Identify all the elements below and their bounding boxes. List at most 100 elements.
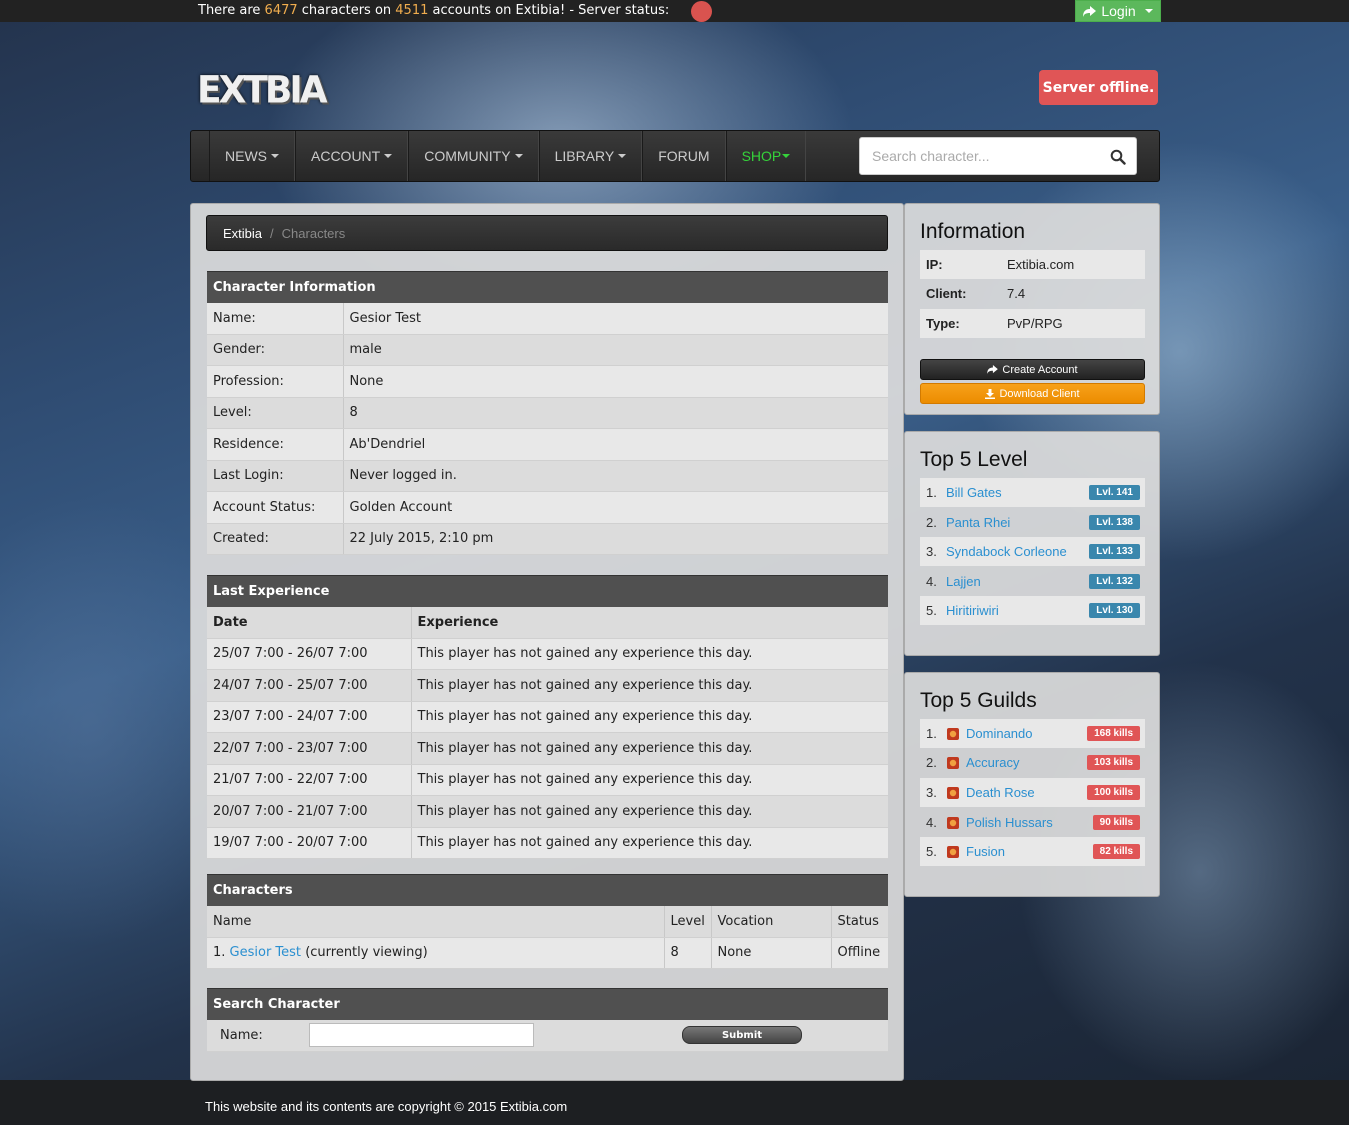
player-link[interactable]: Bill Gates bbox=[946, 485, 1089, 500]
character-name-input[interactable] bbox=[309, 1023, 534, 1047]
download-client-label: Download Client bbox=[999, 387, 1080, 400]
nav-library[interactable]: LIBRARY bbox=[538, 131, 643, 181]
download-client-button[interactable]: Download Client bbox=[920, 383, 1145, 404]
rank-number: 3. bbox=[926, 544, 937, 559]
panel-title: Top 5 Guilds bbox=[920, 689, 1037, 712]
ranking-row: 5. Hiritiriwiri Lvl. 130 bbox=[920, 596, 1145, 625]
character-link[interactable]: Gesior Test bbox=[230, 945, 302, 960]
nav-news-label: NEWS bbox=[225, 148, 267, 164]
field-value: None bbox=[343, 365, 888, 398]
submit-button[interactable]: Submit bbox=[682, 1026, 802, 1044]
date-cell: 22/07 7:00 - 23/07 7:00 bbox=[207, 732, 412, 765]
player-link[interactable]: Hiritiriwiri bbox=[946, 603, 1089, 618]
nav-menu: NEWS ACCOUNT COMMUNITY LIBRARY FORUM SHO… bbox=[209, 131, 807, 181]
player-link[interactable]: Syndabock Corleone bbox=[946, 544, 1089, 559]
rank-number: 2. bbox=[926, 515, 937, 530]
character-info-table: Character Information Name: Gesior Test G… bbox=[207, 271, 888, 555]
info-key: Client: bbox=[926, 286, 967, 301]
info-value: PvP/RPG bbox=[1007, 316, 1063, 331]
vocation-cell: None bbox=[711, 937, 832, 969]
table-row: 21/07 7:00 - 22/07 7:00 This player has n… bbox=[207, 764, 888, 796]
ranking-row: 2. Panta Rhei Lvl. 138 bbox=[920, 508, 1145, 537]
status-cell: Offline bbox=[831, 937, 888, 969]
date-cell: 25/07 7:00 - 26/07 7:00 bbox=[207, 638, 412, 670]
search-input[interactable] bbox=[860, 138, 1100, 174]
login-label: Login bbox=[1101, 3, 1136, 19]
top-bar: There are 6477 characters on 4511 accoun… bbox=[0, 0, 1349, 22]
character-search bbox=[859, 137, 1137, 175]
nav-shop[interactable]: SHOP bbox=[725, 131, 807, 181]
guild-link[interactable]: Death Rose bbox=[966, 785, 1087, 800]
main-navbar: NEWS ACCOUNT COMMUNITY LIBRARY FORUM SHO… bbox=[190, 130, 1160, 182]
guild-link[interactable]: Dominando bbox=[966, 726, 1087, 741]
level-cell: 8 bbox=[664, 937, 712, 969]
kills-badge: 82 kills bbox=[1092, 844, 1140, 859]
server-status-indicator bbox=[691, 1, 712, 22]
site-logo[interactable]: EXTBIA bbox=[197, 69, 328, 112]
rank-number: 4. bbox=[926, 574, 937, 589]
create-account-button[interactable]: Create Account bbox=[920, 359, 1145, 380]
table-header-row: Name Level Vocation Status bbox=[207, 905, 888, 938]
level-badge: Lvl. 133 bbox=[1089, 544, 1140, 559]
info-row: IP: Extibia.com bbox=[920, 250, 1145, 279]
breadcrumb-home[interactable]: Extibia bbox=[223, 226, 262, 241]
player-link[interactable]: Panta Rhei bbox=[946, 515, 1089, 530]
chevron-down-icon bbox=[782, 154, 791, 158]
nav-news[interactable]: NEWS bbox=[209, 131, 295, 181]
table-row: Last Login: Never logged in. bbox=[207, 460, 888, 492]
nav-shop-label: SHOP bbox=[741, 148, 782, 164]
field-value: male bbox=[343, 334, 888, 366]
top-level-panel: Top 5 Level 1. Bill Gates Lvl. 141 2. Panta… bbox=[904, 431, 1160, 656]
info-key: IP: bbox=[926, 257, 943, 272]
nav-account[interactable]: ACCOUNT bbox=[295, 131, 409, 181]
last-experience-table: Last Experience Date Experience 25/07 7:0… bbox=[207, 575, 888, 859]
kills-badge: 168 kills bbox=[1087, 726, 1140, 741]
guild-link[interactable]: Accuracy bbox=[966, 755, 1087, 770]
ranking-row: 3. Syndabock Corleone Lvl. 133 bbox=[920, 537, 1145, 566]
share-arrow-icon bbox=[1083, 5, 1097, 17]
chevron-down-icon bbox=[1144, 9, 1153, 13]
field-value: Never logged in. bbox=[343, 460, 888, 492]
date-cell: 24/07 7:00 - 25/07 7:00 bbox=[207, 669, 412, 702]
section-title: Last Experience bbox=[207, 575, 888, 607]
stats-text: There are bbox=[198, 3, 261, 18]
rank-number: 4. bbox=[926, 815, 937, 830]
chevron-down-icon bbox=[384, 154, 393, 158]
experience-cell: This player has not gained any experienc… bbox=[411, 701, 888, 733]
column-header: Experience bbox=[411, 606, 888, 639]
field-label: Created: bbox=[207, 523, 344, 555]
breadcrumb-current: Characters bbox=[281, 225, 346, 241]
date-cell: 19/07 7:00 - 20/07 7:00 bbox=[207, 827, 412, 859]
top-guilds-panel: Top 5 Guilds 1. Dominando 168 kills 2. Accu… bbox=[904, 672, 1160, 897]
ranking-row: 5. Fusion 82 kills bbox=[920, 837, 1145, 866]
table-header-row: Date Experience bbox=[207, 606, 888, 639]
rank-number: 3. bbox=[926, 785, 937, 800]
table-row: 19/07 7:00 - 20/07 7:00 This player has n… bbox=[207, 827, 888, 859]
table-row: 24/07 7:00 - 25/07 7:00 This player has n… bbox=[207, 669, 888, 702]
viewing-note: (currently viewing) bbox=[305, 945, 428, 961]
nav-community-label: COMMUNITY bbox=[424, 148, 511, 164]
table-row: 20/07 7:00 - 21/07 7:00 This player has n… bbox=[207, 795, 888, 828]
name-input-cell bbox=[303, 1019, 676, 1052]
information-panel: Information IP: Extibia.com Client: 7.4 Ty… bbox=[904, 203, 1160, 415]
table-row: Created: 22 July 2015, 2:10 pm bbox=[207, 523, 888, 555]
guild-emblem-icon bbox=[947, 816, 959, 829]
kills-badge: 100 kills bbox=[1087, 785, 1140, 800]
nav-community[interactable]: COMMUNITY bbox=[408, 131, 539, 181]
guild-link[interactable]: Fusion bbox=[966, 844, 1093, 859]
main-content: Extibia / Characters Character Informati… bbox=[190, 203, 904, 1081]
ranking-row: 1. Dominando 168 kills bbox=[920, 719, 1145, 748]
column-header: Date bbox=[207, 606, 412, 639]
player-link[interactable]: Lajjen bbox=[946, 574, 1089, 589]
ranking-row: 4. Polish Hussars 90 kills bbox=[920, 808, 1145, 837]
column-header: Vocation bbox=[711, 905, 832, 938]
guild-link[interactable]: Polish Hussars bbox=[966, 815, 1093, 830]
search-icon[interactable] bbox=[1110, 149, 1126, 165]
field-label: Last Login: bbox=[207, 460, 344, 492]
nav-forum[interactable]: FORUM bbox=[642, 131, 726, 181]
experience-cell: This player has not gained any experienc… bbox=[411, 827, 888, 859]
login-button[interactable]: Login bbox=[1075, 0, 1161, 22]
rank-number: 5. bbox=[926, 603, 937, 618]
section-title: Characters bbox=[207, 874, 888, 906]
submit-cell: Submit bbox=[676, 1019, 888, 1052]
